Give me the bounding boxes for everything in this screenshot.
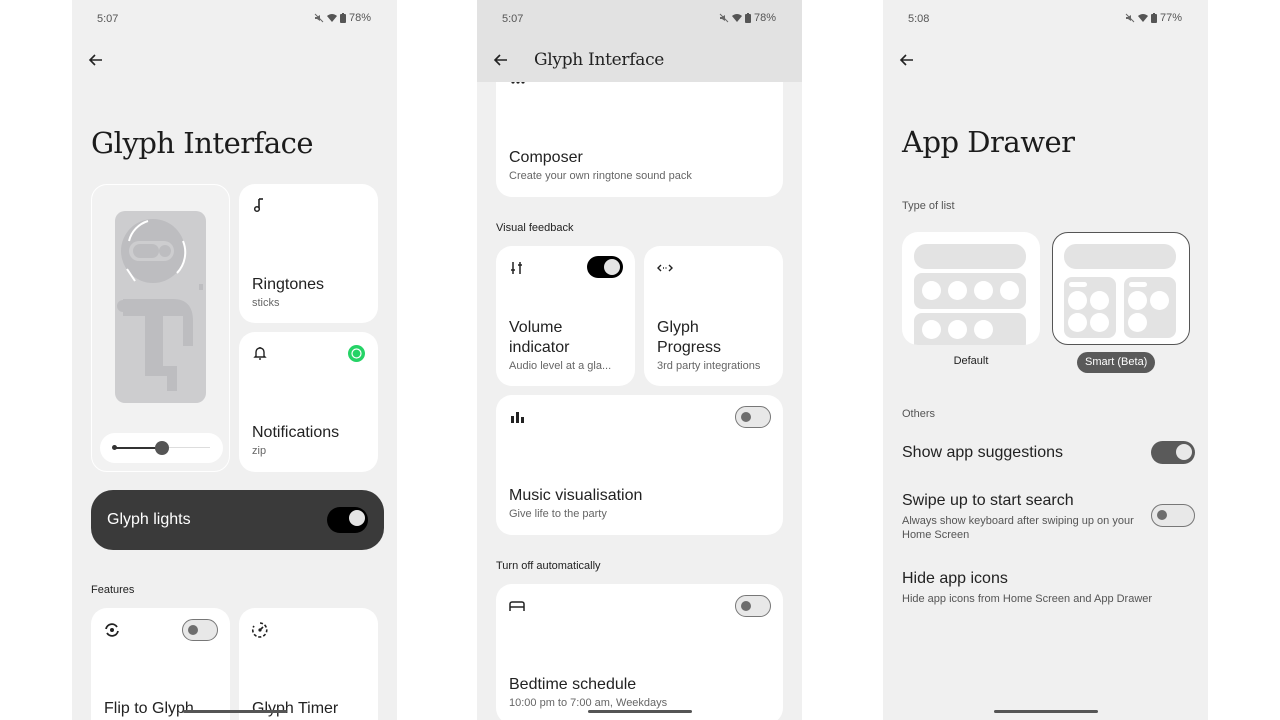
slider-thumb[interactable] — [155, 441, 169, 455]
notifications-subtitle: zip — [252, 445, 267, 457]
back-arrow-icon[interactable] — [86, 50, 106, 70]
glyph-lights-row[interactable]: Glyph lights — [91, 490, 384, 550]
back-arrow-icon[interactable] — [491, 50, 511, 70]
status-bar: 5:07 78% — [477, 0, 802, 38]
volume-indicator-subtitle: Audio level at a gla... — [509, 360, 612, 372]
wifi-icon — [731, 14, 742, 22]
wifi-icon — [1137, 14, 1148, 22]
turn-off-automatically-label: Turn off automatically — [496, 560, 601, 572]
flip-to-glyph-card[interactable]: Flip to Glyph — [91, 608, 230, 720]
back-arrow-icon[interactable] — [897, 50, 917, 70]
glyph-interface-scrolled-screen: Composer Create your own ringtone sound … — [477, 0, 802, 720]
gesture-nav-bar[interactable] — [182, 710, 287, 713]
page-title: App Drawer — [902, 125, 1075, 159]
battery-icon — [1150, 13, 1157, 23]
glyph-progress-card[interactable]: Glyph Progress 3rd party integrations — [644, 246, 783, 386]
flip-to-glyph-title: Flip to Glyph — [104, 700, 194, 717]
ringtones-title: Ringtones — [252, 276, 325, 293]
bar-chart-icon — [511, 412, 524, 423]
glyph-lights-label: Glyph lights — [107, 511, 191, 528]
list-type-default-label: Default — [953, 355, 989, 367]
list-type-smart-label: Smart (Beta) — [1077, 352, 1156, 373]
composer-title: Composer — [509, 149, 583, 166]
battery-icon — [339, 13, 346, 23]
glyph-lights-toggle[interactable] — [327, 507, 368, 533]
show-app-suggestions-title[interactable]: Show app suggestions — [902, 444, 1063, 462]
hide-app-icons-title[interactable]: Hide app icons — [902, 570, 1008, 588]
notifications-title: Notifications — [252, 424, 340, 441]
volume-indicator-title-1: Volume — [509, 319, 563, 336]
status-time: 5:07 — [502, 13, 524, 25]
swipe-up-search-subtitle: Always show keyboard after swiping up on… — [902, 515, 1134, 541]
music-visualisation-title: Music visualisation — [509, 487, 643, 504]
glyph-timer-title: Glyph Timer — [252, 700, 339, 717]
bell-icon — [253, 347, 267, 360]
type-of-list-label: Type of list — [902, 200, 955, 212]
features-label: Features — [91, 584, 135, 596]
volume-indicator-toggle[interactable] — [587, 256, 623, 278]
bedtime-schedule-card[interactable]: Bedtime schedule 10:00 pm to 7:00 am, We… — [496, 584, 783, 720]
glyph-timer-card[interactable]: Glyph Timer — [239, 608, 378, 720]
bed-icon — [509, 601, 525, 611]
swipe-up-search-title[interactable]: Swipe up to start search — [902, 492, 1074, 510]
list-type-smart-option[interactable] — [1052, 232, 1190, 345]
gesture-nav-bar[interactable] — [993, 710, 1098, 713]
others-label: Others — [902, 408, 936, 420]
code-arrows-icon — [657, 264, 673, 272]
wifi-icon — [326, 14, 337, 22]
whatsapp-icon — [348, 345, 365, 362]
flip-icon — [105, 623, 119, 637]
glyph-preview-card[interactable] — [91, 184, 230, 472]
volume-indicator-title-2: indicator — [509, 339, 570, 356]
volume-indicator-card[interactable]: Volume indicator Audio level at a gla... — [496, 246, 635, 386]
music-visualisation-subtitle: Give life to the party — [509, 508, 607, 520]
battery-icon — [744, 13, 751, 23]
phone-glyph-illustration — [115, 211, 206, 403]
mute-icon — [314, 13, 324, 23]
timer-icon — [251, 622, 268, 638]
status-time: 5:08 — [908, 13, 930, 25]
status-bar: 5:07 78% — [72, 0, 397, 38]
composer-subtitle: Create your own ringtone sound pack — [509, 170, 692, 182]
glyph-brightness-slider[interactable] — [100, 433, 223, 463]
sliders-icon — [511, 262, 522, 274]
mute-icon — [719, 13, 729, 23]
show-app-suggestions-toggle[interactable] — [1151, 441, 1195, 464]
battery-percent: 78% — [348, 12, 371, 24]
music-visualisation-card[interactable]: Music visualisation Give life to the par… — [496, 395, 783, 535]
status-time: 5:07 — [97, 13, 119, 25]
swipe-up-search-toggle[interactable] — [1151, 504, 1195, 527]
bedtime-schedule-title: Bedtime schedule — [509, 676, 637, 693]
battery-percent: 77% — [1159, 12, 1182, 24]
hide-app-icons-subtitle: Hide app icons from Home Screen and App … — [902, 593, 1153, 605]
notifications-card[interactable]: Notifications zip — [239, 332, 378, 472]
app-drawer-screen: 5:08 77% App Drawer Type of list Default… — [883, 0, 1208, 720]
glyph-interface-screen: 5:07 78% Glyph Interface Ringtones stick… — [72, 0, 397, 720]
glyph-progress-title-1: Glyph — [657, 319, 699, 336]
bedtime-schedule-subtitle: 10:00 pm to 7:00 am, Weekdays — [509, 697, 668, 709]
top-app-bar: 5:07 78% Glyph Interface — [477, 0, 802, 82]
page-title: Glyph Interface — [91, 126, 314, 160]
status-bar: 5:08 77% — [883, 0, 1208, 38]
music-visualisation-toggle[interactable] — [735, 406, 771, 428]
appbar-title: Glyph Interface — [534, 50, 665, 70]
music-note-icon — [253, 198, 263, 213]
bedtime-schedule-toggle[interactable] — [735, 595, 771, 617]
ringtones-card[interactable]: Ringtones sticks — [239, 184, 378, 323]
battery-percent: 78% — [753, 12, 776, 24]
ringtones-subtitle: sticks — [252, 297, 280, 309]
glyph-progress-title-2: Progress — [657, 339, 722, 356]
glyph-progress-subtitle: 3rd party integrations — [657, 360, 761, 372]
list-type-default-option[interactable] — [902, 232, 1040, 345]
mute-icon — [1125, 13, 1135, 23]
flip-to-glyph-toggle[interactable] — [182, 619, 218, 641]
visual-feedback-label: Visual feedback — [496, 222, 574, 234]
gesture-nav-bar[interactable] — [587, 710, 692, 713]
